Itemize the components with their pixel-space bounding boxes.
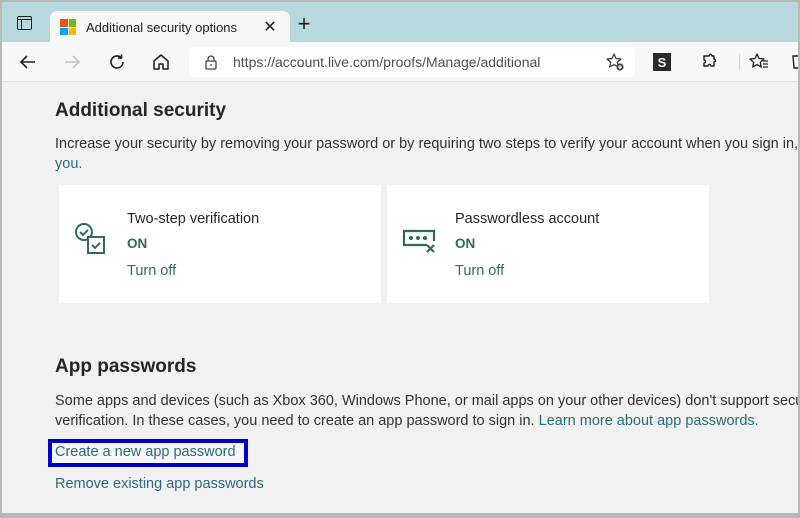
microsoft-logo-icon	[60, 19, 76, 35]
status-badge: ON	[127, 236, 148, 251]
add-favorite-icon[interactable]	[605, 52, 625, 72]
extension-s-button[interactable]: S	[653, 53, 671, 71]
additional-security-description-link[interactable]: you.	[55, 154, 82, 174]
passwordless-account-card: Passwordless account ON Turn off	[387, 185, 709, 303]
back-button[interactable]	[16, 50, 40, 74]
url-text[interactable]: https://account.live.com/proofs/Manage/a…	[233, 54, 540, 70]
app-passwords-heading: App passwords	[55, 356, 197, 377]
forward-button[interactable]	[60, 50, 84, 74]
browser-window: Additional security options ✕ + https://…	[2, 2, 798, 513]
close-tab-button[interactable]: ✕	[260, 17, 280, 37]
lock-icon[interactable]	[203, 54, 219, 70]
status-badge: ON	[455, 236, 476, 251]
two-step-verification-card: Two-step verification ON Turn off	[59, 185, 381, 303]
extensions-button[interactable]	[697, 50, 721, 74]
card-title: Two-step verification	[127, 211, 260, 227]
card-title: Passwordless account	[455, 211, 600, 227]
refresh-icon	[110, 54, 124, 69]
puzzle-icon	[703, 53, 717, 67]
refresh-button[interactable]	[105, 50, 129, 74]
toolbar-divider	[739, 54, 740, 70]
home-icon	[153, 54, 169, 70]
remove-existing-app-passwords-link[interactable]: Remove existing app passwords	[55, 476, 264, 492]
favorites-button[interactable]	[747, 50, 771, 74]
two-step-verification-icon	[75, 223, 105, 254]
favorites-icon	[749, 53, 768, 68]
browser-toolbar: https://account.live.com/proofs/Manage/a…	[2, 42, 798, 82]
collections-icon	[792, 55, 798, 69]
app-passwords-description-text: verification. In these cases, you need t…	[55, 413, 535, 429]
page-content: Additional security Increase your securi…	[2, 82, 798, 513]
turn-off-passwordless-link[interactable]: Turn off	[455, 263, 504, 279]
tab-additional-security-options[interactable]: Additional security options ✕	[50, 11, 290, 43]
new-tab-button[interactable]: +	[294, 11, 314, 36]
tab-strip: Additional security options ✕ +	[2, 2, 798, 43]
arrow-left-icon	[19, 55, 35, 69]
home-button[interactable]	[149, 50, 173, 74]
learn-more-app-passwords-link[interactable]: Learn more about app passwords.	[539, 413, 759, 429]
additional-security-heading: Additional security	[55, 100, 227, 121]
tab-actions-icon	[16, 16, 32, 30]
passwordless-icon	[402, 229, 436, 253]
app-passwords-description-line2: verification. In these cases, you need t…	[55, 411, 759, 431]
collections-button[interactable]	[787, 50, 798, 74]
arrow-right-icon	[65, 55, 81, 69]
tab-actions-menu-button[interactable]	[14, 14, 34, 32]
tab-title: Additional security options	[86, 19, 238, 35]
turn-off-two-step-link[interactable]: Turn off	[127, 263, 176, 279]
additional-security-description: Increase your security by removing your …	[55, 136, 798, 152]
address-bar[interactable]: https://account.live.com/proofs/Manage/a…	[189, 47, 635, 77]
create-new-app-password-link[interactable]: Create a new app password	[55, 444, 236, 460]
app-passwords-description: Some apps and devices (such as Xbox 360,…	[55, 393, 798, 409]
